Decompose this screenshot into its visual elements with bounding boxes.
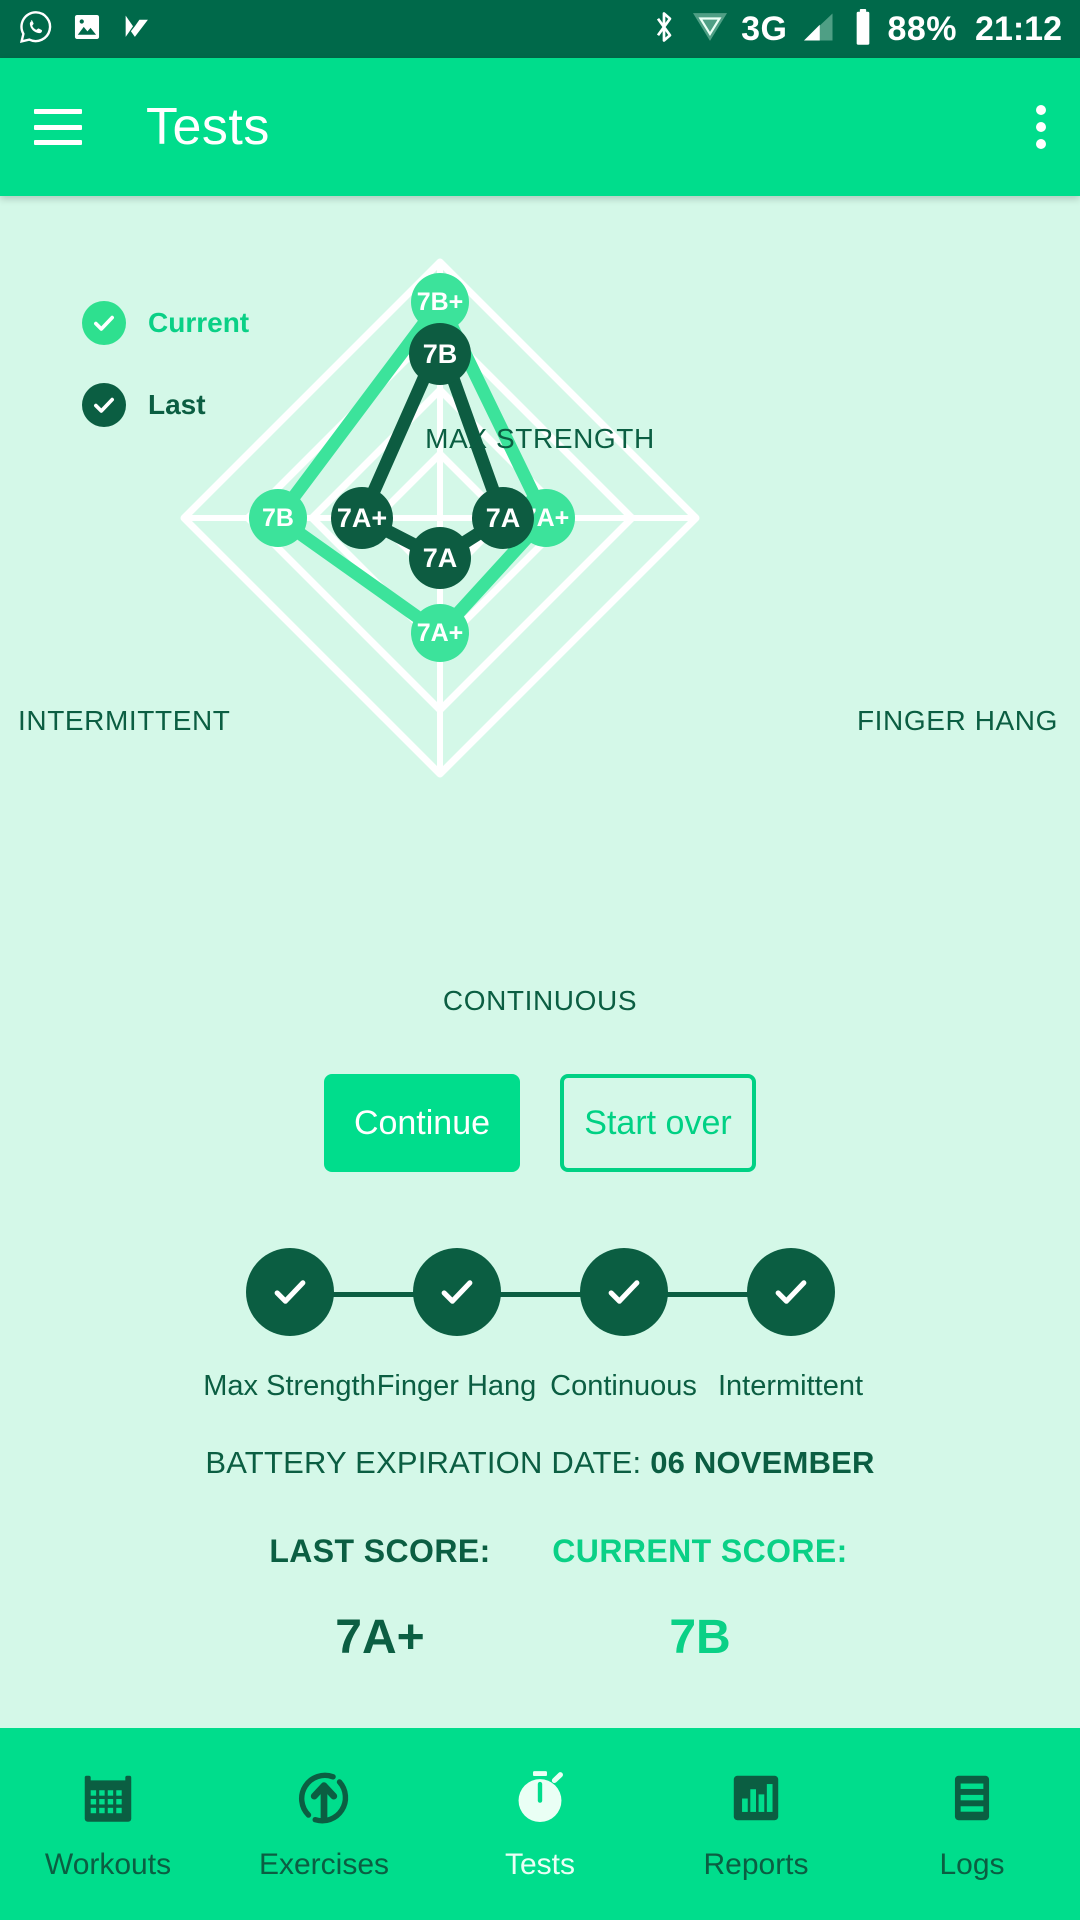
radar-chart: MAX STRENGTH FINGER HANG CONTINUOUS INTE… <box>0 196 1080 1016</box>
nav-label: Logs <box>939 1847 1005 1881</box>
nav-label: Tests <box>504 1847 576 1881</box>
current-score-label: CURRENT SCORE: <box>552 1533 848 1569</box>
checkmark-app-icon <box>120 10 154 49</box>
network-type-label: 3G <box>741 10 788 48</box>
bottom-navigation: Workouts Exercises Tests Reports Logs <box>0 1728 1080 1920</box>
whatsapp-icon <box>18 9 54 50</box>
test-progress-stepper: Max Strength Finger Hang Continuous Inte… <box>0 1248 1080 1403</box>
battery-percent-label: 88% <box>887 10 958 48</box>
last-score-label: LAST SCORE: <box>269 1533 491 1569</box>
nav-label: Workouts <box>44 1847 172 1881</box>
circular-arrow-up-icon <box>293 1767 355 1834</box>
current-score-block: CURRENT SCORE: 7B <box>540 1533 860 1665</box>
battery-icon <box>851 8 875 51</box>
bar-chart-icon <box>725 1767 787 1834</box>
step-intermittent[interactable]: Intermittent <box>707 1248 874 1403</box>
radar-node-last-finger-hang: 7A <box>472 487 534 549</box>
nav-label: Exercises <box>258 1847 390 1881</box>
app-bar: Tests <box>0 58 1080 196</box>
status-bar: 3G 88% 21:12 <box>0 0 1080 58</box>
legend-item-last[interactable]: Last <box>82 383 249 427</box>
gallery-icon <box>70 10 104 49</box>
radar-node-last-intermittent: 7A+ <box>331 487 393 549</box>
radar-node-current-intermittent: 7B <box>249 489 307 547</box>
nav-label: Reports <box>703 1847 809 1881</box>
step-label: Continuous <box>550 1370 697 1402</box>
radar-axis-label-intermittent: INTERMITTENT <box>18 705 231 736</box>
step-label: Max Strength <box>203 1370 376 1402</box>
step-max-strength[interactable]: Max Strength <box>203 1248 457 1403</box>
last-score-block: LAST SCORE: 7A+ <box>220 1533 540 1665</box>
nav-item-tests[interactable]: Tests <box>432 1767 648 1882</box>
continue-button[interactable]: Continue <box>324 1074 520 1172</box>
nav-item-exercises[interactable]: Exercises <box>216 1767 432 1882</box>
bluetooth-icon <box>649 9 679 50</box>
radar-node-last-max-strength: 7B <box>409 323 471 385</box>
page-title: Tests <box>146 98 270 156</box>
check-circle-icon <box>82 301 126 345</box>
check-icon <box>746 1248 835 1336</box>
radar-axis-label-finger-hang: FINGER HANG <box>856 705 1058 736</box>
wifi-icon <box>691 10 729 49</box>
check-icon <box>579 1248 668 1336</box>
nav-item-logs[interactable]: Logs <box>864 1767 1080 1882</box>
hamburger-icon[interactable] <box>34 109 82 145</box>
stopwatch-icon <box>509 1767 571 1834</box>
radar-node-current-continuous: 7A+ <box>411 604 469 662</box>
radar-node-last-continuous: 7A <box>409 527 471 589</box>
radar-axis-label-continuous: CONTINUOUS <box>442 985 638 1016</box>
start-over-button[interactable]: Start over <box>560 1074 756 1172</box>
battery-expiration-line: BATTERY EXPIRATION DATE: 06 NOVEMBER <box>0 1445 1080 1481</box>
score-summary: LAST SCORE: 7A+ CURRENT SCORE: 7B <box>0 1533 1080 1665</box>
legend-item-current[interactable]: Current <box>82 301 249 345</box>
clock-label: 21:12 <box>975 10 1062 48</box>
nav-item-reports[interactable]: Reports <box>648 1767 864 1882</box>
action-buttons: Continue Start over <box>0 1074 1080 1172</box>
nav-item-workouts[interactable]: Workouts <box>0 1767 216 1882</box>
signal-icon <box>799 9 839 50</box>
check-icon <box>245 1248 334 1336</box>
status-bar-right-icons: 3G 88% 21:12 <box>649 8 1062 51</box>
last-score-value: 7A+ <box>335 1611 425 1664</box>
main-content: MAX STRENGTH FINGER HANG CONTINUOUS INTE… <box>0 196 1080 1920</box>
step-label: Finger Hang <box>376 1370 537 1402</box>
current-score-value: 7B <box>669 1611 731 1664</box>
step-label: Intermittent <box>717 1370 864 1402</box>
step-continuous[interactable]: Continuous <box>540 1248 791 1403</box>
step-finger-hang[interactable]: Finger Hang <box>373 1248 624 1403</box>
calendar-icon <box>77 1767 139 1834</box>
overflow-menu-icon[interactable] <box>1036 105 1046 149</box>
list-icon <box>941 1767 1003 1834</box>
status-bar-left-icons <box>18 9 154 50</box>
chart-legend: Current Last <box>82 301 249 465</box>
legend-label-current: Current <box>148 307 250 338</box>
check-circle-icon <box>82 383 126 427</box>
check-icon <box>412 1248 501 1336</box>
battery-expiration-value: 06 NOVEMBER <box>650 1445 875 1480</box>
legend-label-last: Last <box>148 389 206 420</box>
battery-expiration-label: BATTERY EXPIRATION DATE: <box>205 1445 642 1480</box>
